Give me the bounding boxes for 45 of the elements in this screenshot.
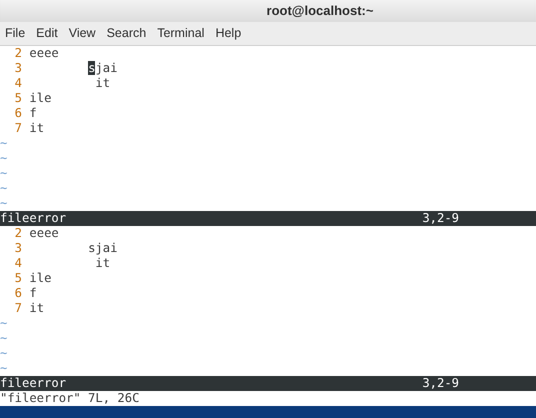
line-number: 5: [14, 271, 22, 286]
empty-line-tilde: ~: [0, 361, 8, 376]
line-number: 6: [14, 106, 22, 121]
code-text: sjai: [87, 61, 118, 76]
menu-item[interactable]: Search: [106, 24, 146, 43]
line-number: 5: [14, 91, 22, 106]
code-text: ile: [29, 91, 52, 106]
line-number: 7: [14, 121, 22, 136]
empty-line-tilde: ~: [0, 151, 8, 166]
line-number: 6: [14, 286, 22, 301]
line-number: 7: [14, 301, 22, 316]
menu-item[interactable]: File: [5, 24, 26, 43]
line-number: 3: [14, 61, 22, 76]
file-name: fileerror: [0, 211, 66, 226]
line-number: 2: [14, 226, 22, 241]
code-text: eeee: [29, 46, 59, 61]
file-name: fileerror: [0, 376, 66, 391]
code-text: ile: [29, 271, 52, 286]
line-number: 3: [14, 241, 22, 256]
empty-line-tilde: ~: [0, 136, 8, 151]
cursor-position: 3,2-9: [422, 211, 459, 226]
empty-line-tilde: ~: [0, 181, 8, 196]
empty-line-tilde: ~: [0, 196, 8, 211]
line-number: 4: [14, 256, 22, 271]
code-text: f: [29, 106, 37, 121]
code-text: it: [29, 121, 44, 136]
cursor-position: 3,2-9: [422, 376, 459, 391]
empty-line-tilde: ~: [0, 346, 8, 361]
code-text: f: [29, 286, 37, 301]
command-line-message: "fileerror" 7L, 26C: [0, 391, 140, 406]
code-text: it: [94, 256, 110, 271]
menu-item[interactable]: Help: [215, 24, 242, 43]
code-text: sjai: [87, 241, 118, 256]
code-text: eeee: [29, 226, 59, 241]
menu-item[interactable]: View: [68, 24, 96, 43]
code-text: it: [94, 76, 110, 91]
empty-line-tilde: ~: [0, 316, 8, 331]
line-number: 4: [14, 76, 22, 91]
empty-line-tilde: ~: [0, 331, 8, 346]
window-title: root@localhost:~: [266, 2, 374, 20]
line-number: 2: [14, 46, 22, 61]
empty-line-tilde: ~: [0, 166, 8, 181]
menu-item[interactable]: Terminal: [157, 24, 204, 43]
menu-item[interactable]: Edit: [36, 24, 58, 43]
code-text: it: [29, 301, 44, 316]
